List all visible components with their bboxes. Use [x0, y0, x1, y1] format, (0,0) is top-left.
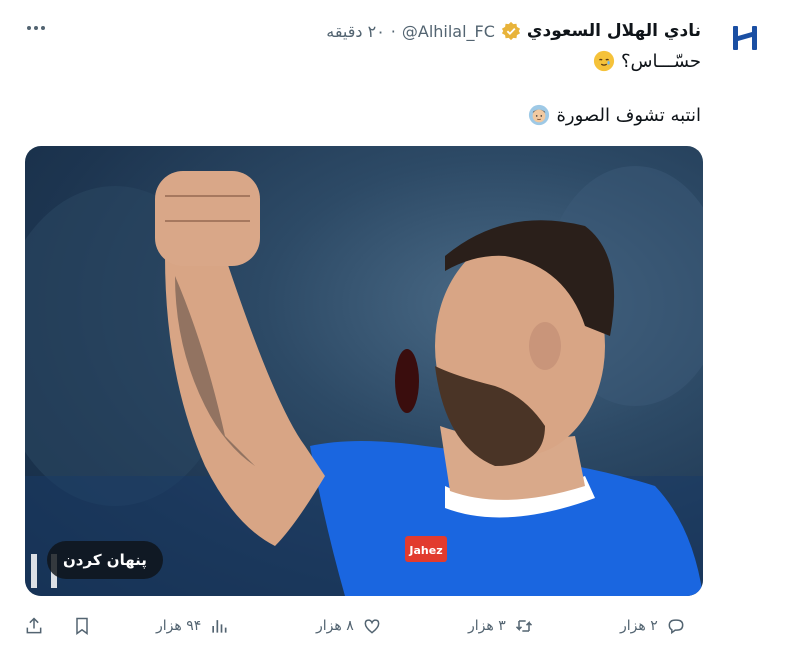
verified-badge-icon: [501, 21, 521, 41]
display-name[interactable]: نادي الهلال السعودي: [527, 21, 701, 41]
separator-dot: ·: [390, 21, 396, 41]
like-count: ۸ هزار: [316, 618, 354, 634]
retweet-icon: [515, 620, 532, 632]
reply-button[interactable]: ۲ هزار: [620, 612, 686, 640]
tweet-text-1: حسّـــاس؟: [620, 50, 701, 72]
user-handle[interactable]: @Alhilal_FC: [402, 22, 495, 41]
share-icon: [26, 617, 42, 634]
alhilal-logo-icon: [733, 26, 757, 50]
tweet-media-image[interactable]: Jahez پنهان کردن: [25, 146, 703, 596]
retweet-button[interactable]: ۳ هزار: [468, 612, 534, 640]
like-button[interactable]: ۸ هزار: [316, 612, 382, 640]
dot-icon: [34, 26, 38, 30]
share-button[interactable]: [24, 612, 44, 640]
tweet-text-line-2: انتبه تشوف الصورة: [528, 104, 701, 126]
heart-icon: [364, 619, 380, 634]
reply-count: ۲ هزار: [620, 618, 658, 634]
reply-icon: [668, 619, 684, 635]
views-count: ۹۴ هزار: [156, 618, 202, 634]
sponsor-label: Jahez: [408, 544, 442, 557]
hide-media-button[interactable]: پنهان کردن: [47, 541, 163, 579]
hide-media-label: پنهان کردن: [63, 551, 147, 569]
dot-icon: [27, 26, 31, 30]
retweet-count: ۳ هزار: [468, 618, 506, 634]
smiling-face-with-tear-icon: [593, 50, 615, 72]
tweet-header: نادي الهلال السعودي @Alhilal_FC · ۲۰ دقی…: [326, 18, 701, 44]
celebrating-player-photo: Jahez: [25, 166, 703, 596]
club-avatar[interactable]: [723, 16, 767, 60]
timestamp[interactable]: ۲۰ دقیقه: [326, 22, 385, 41]
views-button[interactable]: ۹۴ هزار: [156, 612, 229, 640]
tweet-actions-bar: ۲ هزار ۳ هزار ۸ هزار ۹۴ هزار: [0, 608, 791, 644]
bookmark-icon: [76, 617, 88, 635]
tweet-text-line-1: حسّـــاس؟: [593, 50, 701, 72]
views-chart-icon: [212, 620, 227, 633]
tweet-text-2: انتبه تشوف الصورة: [556, 104, 701, 126]
tweet-card[interactable]: نادي الهلال السعودي @Alhilal_FC · ۲۰ دقی…: [0, 0, 791, 656]
dot-icon: [41, 26, 45, 30]
man-face-emoji-icon: [529, 104, 550, 126]
more-options-button[interactable]: [22, 14, 50, 42]
bookmark-button[interactable]: [72, 612, 92, 640]
